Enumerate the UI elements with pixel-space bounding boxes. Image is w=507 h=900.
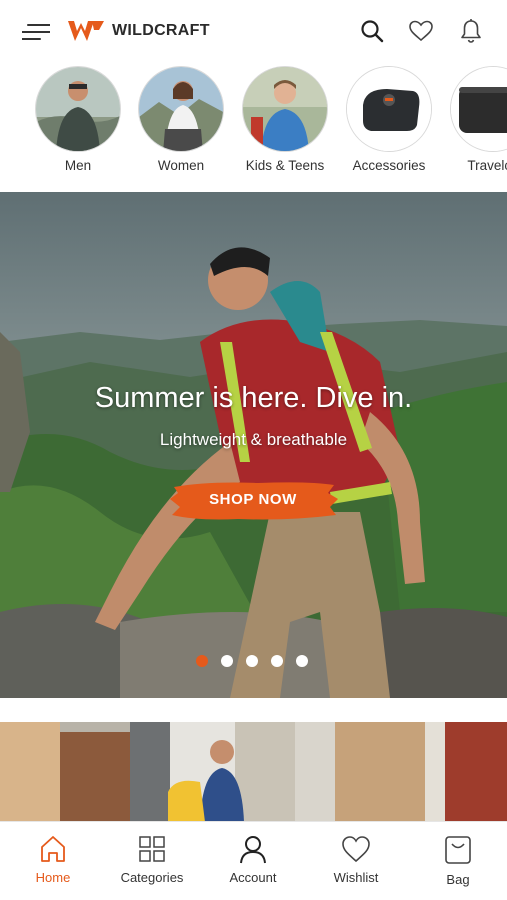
carousel-dot[interactable] [246,655,258,667]
shop-now-label: SHOP NOW [209,491,297,508]
heart-icon [342,836,370,863]
hero-title: Summer is here. Dive in. [94,382,413,414]
nav-categories-label: Categories [120,870,184,885]
category-men[interactable]: Men [34,66,122,173]
brand-logo[interactable]: WILDCRAFT [66,18,210,44]
nav-home-label: Home [35,870,71,885]
category-travelcare[interactable]: Travelca [449,66,507,173]
carousel-indicators[interactable] [196,655,308,667]
shop-now-button[interactable]: SHOP NOW [168,479,338,521]
category-label: Kids & Teens [245,158,325,173]
grid-icon [139,836,165,862]
bottom-navigation: Home Categories Account Wishlist Bag [0,821,507,900]
category-label: Women [157,158,205,173]
category-carousel[interactable]: Men Women Kids & Teens Accessories Trave… [0,66,507,182]
wishlist-heart-icon[interactable] [407,17,435,45]
bell-icon[interactable] [457,17,485,45]
hero-subtitle: Lightweight & breathable [159,430,348,449]
category-kids-teens-image [242,66,328,152]
nav-bag-label: Bag [446,872,470,887]
nav-account-label: Account [229,870,277,885]
category-men-image [35,66,121,152]
app-header: WILDCRAFT [0,0,507,62]
nav-categories[interactable]: Categories [102,834,202,885]
brand-name: WILDCRAFT [112,22,210,39]
category-women[interactable]: Women [137,66,225,173]
search-icon[interactable] [358,17,386,45]
category-kids-teens[interactable]: Kids & Teens [241,66,329,173]
wildcraft-logo-icon [68,21,104,41]
nav-home[interactable]: Home [3,834,103,885]
secondary-banner[interactable] [0,722,507,822]
home-icon [41,836,65,862]
category-accessories-image [346,66,432,152]
category-accessories[interactable]: Accessories [345,66,433,173]
carousel-dot[interactable] [271,655,283,667]
hero-banner[interactable]: Summer is here. Dive in. Lightweight & b… [0,192,507,698]
bag-icon [445,836,471,864]
category-label: Men [64,158,92,173]
menu-icon[interactable] [21,22,51,42]
carousel-dot[interactable] [221,655,233,667]
nav-account[interactable]: Account [203,834,303,885]
nav-bag[interactable]: Bag [408,834,507,887]
carousel-dot[interactable] [296,655,308,667]
carousel-dot[interactable] [196,655,208,667]
category-label: Travelca [467,158,507,173]
city-banner-image [0,722,507,822]
category-label: Accessories [352,158,426,173]
category-travelcare-image [450,66,507,152]
category-women-image [138,66,224,152]
user-icon [240,836,266,864]
nav-wishlist-label: Wishlist [333,870,379,885]
nav-wishlist[interactable]: Wishlist [306,834,406,885]
